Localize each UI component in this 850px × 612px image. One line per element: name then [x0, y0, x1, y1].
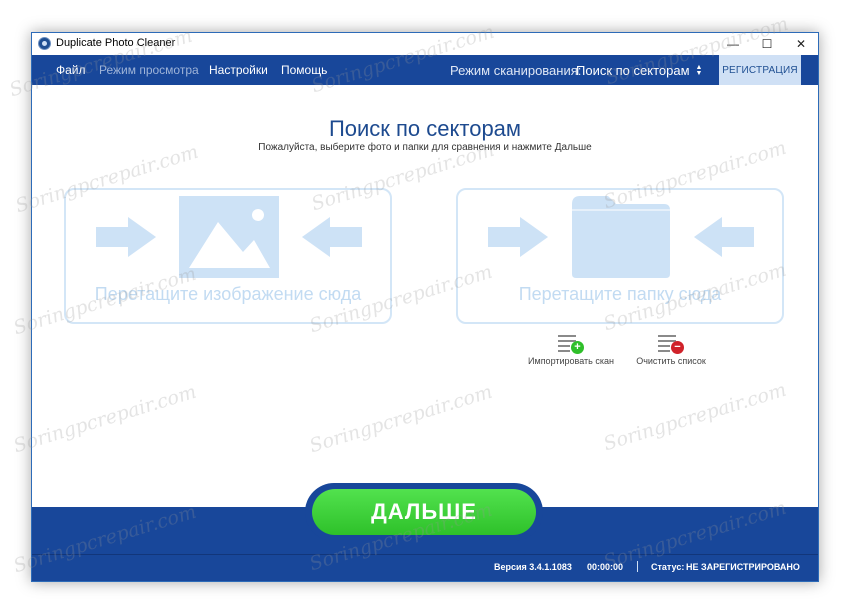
menu-file[interactable]: Файл: [56, 63, 86, 77]
window-title: Duplicate Photo Cleaner: [56, 37, 176, 49]
menu-bar: Файл Режим просмотра Настройки Помощь Ре…: [32, 55, 818, 85]
list-add-icon: +: [558, 333, 584, 354]
app-window: Duplicate Photo Cleaner — ☐ ✕ Файл Режим…: [31, 32, 819, 582]
scan-mode-label: Режим сканирования:: [450, 63, 582, 78]
clear-list-label: Очистить список: [636, 356, 706, 366]
page-subtitle: Пожалуйста, выберите фото и папки для ср…: [258, 142, 592, 153]
minimize-button[interactable]: —: [716, 33, 750, 55]
clear-list-button[interactable]: − Очистить список: [616, 333, 726, 366]
app-logo-icon: [38, 37, 51, 50]
status-divider: [637, 561, 638, 572]
next-button-frame: ДАЛЬШЕ: [305, 483, 543, 541]
next-button[interactable]: ДАЛЬШЕ: [312, 489, 536, 535]
menu-help[interactable]: Помощь: [281, 63, 327, 77]
folder-drop-label: Перетащите папку сюда: [518, 284, 722, 304]
image-drop-icon: [96, 196, 362, 278]
menu-settings[interactable]: Настройки: [209, 63, 268, 77]
import-scan-button[interactable]: + Импортировать скан: [516, 333, 626, 366]
menu-view-mode[interactable]: Режим просмотра: [99, 63, 199, 77]
scan-mode-select[interactable]: Поиск по секторам ▲ ▼: [576, 62, 702, 79]
close-button[interactable]: ✕: [784, 33, 818, 55]
footer-divider: [32, 554, 818, 555]
scan-mode-value: Поиск по секторам: [576, 63, 690, 78]
image-drop-zone[interactable]: Перетащите изображение сюда: [64, 188, 392, 324]
list-remove-icon: −: [658, 333, 684, 354]
select-arrows-icon: ▲ ▼: [695, 63, 703, 77]
image-drop-label: Перетащите изображение сюда: [94, 284, 362, 304]
import-scan-label: Импортировать скан: [528, 356, 614, 366]
maximize-button[interactable]: ☐: [750, 33, 784, 55]
version-text: Версия 3.4.1.1083: [494, 562, 572, 572]
status-label: Статус:: [651, 562, 685, 572]
folder-drop-zone[interactable]: Перетащите папку сюда: [456, 188, 784, 324]
register-button[interactable]: РЕГИСТРАЦИЯ: [719, 55, 801, 85]
status-value: НЕ ЗАРЕГИСТРИРОВАНО: [686, 562, 800, 572]
folder-drop-icon: [488, 196, 754, 278]
page-title: Поиск по секторам: [328, 116, 522, 141]
title-bar[interactable]: Duplicate Photo Cleaner — ☐ ✕: [32, 33, 818, 55]
elapsed-time: 00:00:00: [587, 562, 624, 572]
